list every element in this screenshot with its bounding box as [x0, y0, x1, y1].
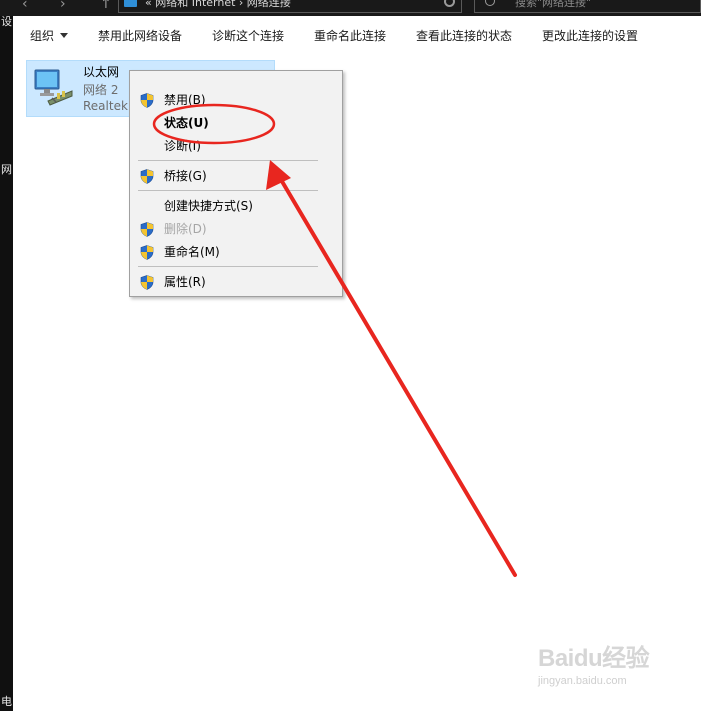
- baidu-jingyan-watermark: Baidu经验 jingyan.baidu.com: [538, 638, 650, 687]
- search-icon: [485, 0, 495, 6]
- menu-item-properties[interactable]: 属性(R): [130, 271, 342, 293]
- uac-shield-icon: [140, 93, 154, 108]
- address-bar[interactable]: « 网络和 Internet › 网络连接: [118, 0, 462, 13]
- menu-separator: [138, 190, 318, 191]
- watermark-url: jingyan.baidu.com: [538, 675, 627, 687]
- menu-item-create-shortcut[interactable]: 创建快捷方式(S): [130, 195, 342, 217]
- view-status-button[interactable]: 查看此连接的状态: [416, 28, 512, 44]
- navigation-pane-edge: 设 网 电: [0, 16, 13, 711]
- network-folder-icon: [124, 0, 137, 7]
- search-placeholder: 搜索"网络连接": [515, 0, 592, 9]
- menu-separator: [138, 160, 318, 161]
- nav-glyph: 设: [1, 16, 12, 28]
- rename-button[interactable]: 重命名此连接: [314, 28, 386, 44]
- menu-item-label: 桥接(G): [164, 169, 207, 183]
- menu-item-disable[interactable]: 禁用(B): [130, 89, 342, 111]
- watermark-logo: Baidu经验: [538, 645, 650, 672]
- organize-button[interactable]: 组织: [30, 28, 69, 44]
- menu-item-label: 重命名(M): [164, 245, 220, 259]
- refresh-icon[interactable]: [444, 0, 455, 7]
- search-input[interactable]: 搜索"网络连接": [474, 0, 701, 13]
- menu-separator: [138, 266, 318, 267]
- nav-glyph: 电: [1, 695, 12, 708]
- menu-item-bridge[interactable]: 桥接(G): [130, 165, 342, 187]
- adapter-name: 以太网: [83, 65, 120, 79]
- menu-item-delete: 删除(D): [130, 218, 342, 240]
- menu-item-rename[interactable]: 重命名(M): [130, 241, 342, 263]
- organize-label: 组织: [30, 29, 55, 43]
- context-menu: 禁用(B) 状态(U) 诊断(I) 桥接(G) 创建快捷方式(S) 删除(D) …: [129, 70, 343, 297]
- menu-item-label: 禁用(B): [164, 93, 206, 107]
- chevron-down-icon: [60, 33, 69, 38]
- uac-shield-icon: [140, 245, 154, 260]
- address-bar-strip: ‹ › ↑ « 网络和 Internet › 网络连接 搜索"网络连接": [0, 0, 701, 16]
- diagnose-button[interactable]: 诊断这个连接: [212, 28, 284, 44]
- change-settings-button[interactable]: 更改此连接的设置: [542, 28, 638, 44]
- network-adapter-icon: [34, 69, 73, 106]
- menu-item-status[interactable]: 状态(U): [130, 112, 342, 134]
- menu-item-label: 诊断(I): [164, 139, 201, 153]
- back-button[interactable]: ‹: [22, 0, 28, 12]
- menu-item-label: 状态(U): [164, 116, 209, 130]
- uac-shield-icon: [140, 275, 154, 290]
- uac-shield-icon: [140, 222, 154, 237]
- content-pane: 组织 禁用此网络设备 诊断这个连接 重命名此连接 查看此连接的状态 更改此连接的…: [13, 16, 701, 711]
- nav-glyph: 网: [1, 163, 12, 176]
- uac-shield-icon: [140, 169, 154, 184]
- command-bar: 组织 禁用此网络设备 诊断这个连接 重命名此连接 查看此连接的状态 更改此连接的…: [13, 16, 701, 56]
- adapter-network: 网络 2: [83, 83, 119, 97]
- menu-item-diagnose[interactable]: 诊断(I): [130, 135, 342, 157]
- menu-item-label: 属性(R): [164, 275, 206, 289]
- breadcrumb: « 网络和 Internet › 网络连接: [145, 0, 291, 9]
- forward-button[interactable]: ›: [60, 0, 66, 12]
- menu-item-label: 删除(D): [164, 222, 207, 236]
- up-button[interactable]: ↑: [100, 0, 112, 12]
- menu-item-label: 创建快捷方式(S): [164, 199, 253, 213]
- disable-device-button[interactable]: 禁用此网络设备: [98, 28, 182, 44]
